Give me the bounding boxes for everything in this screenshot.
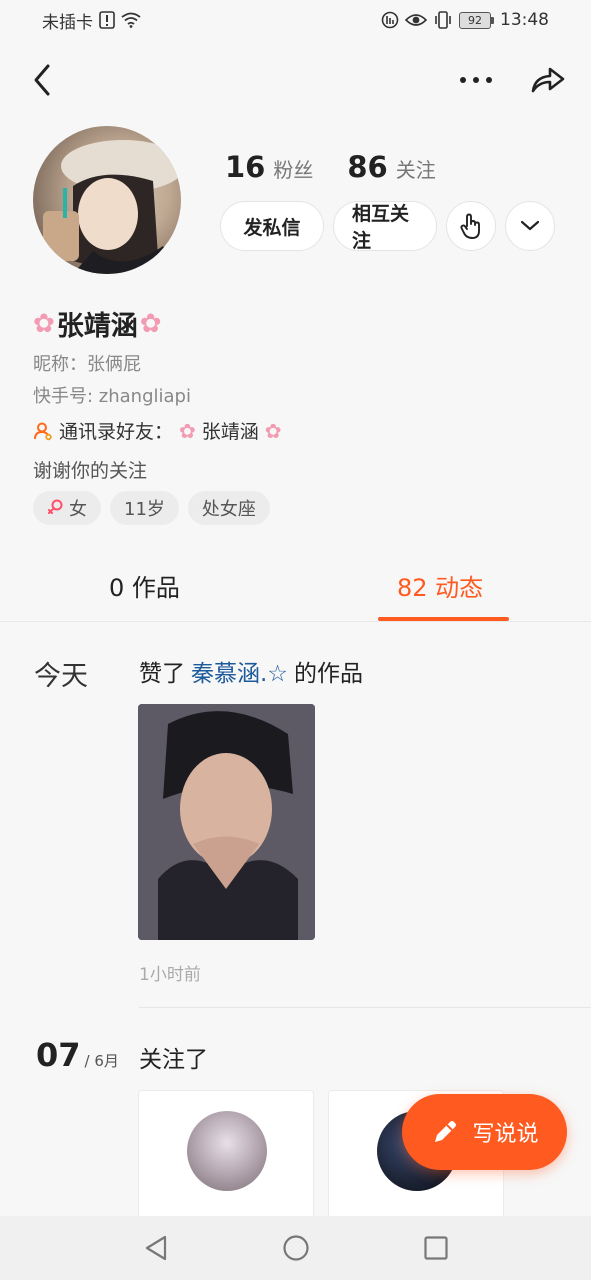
sim-alert-icon (99, 11, 115, 29)
sakura-small-left-icon: ✿ (179, 418, 196, 443)
hand-tap-icon (460, 213, 480, 239)
contact-friend-line: 通讯录好友： ✿ 张靖涵 ✿ (33, 417, 282, 444)
profile-tabs: 0 作品 82 动态 (0, 548, 591, 622)
zodiac-tag: 处女座 (187, 491, 270, 525)
mutual-follow-button[interactable]: 相互关注 (333, 201, 437, 252)
chevron-down-icon (520, 220, 540, 231)
carrier-text: 未插卡 (42, 12, 93, 33)
back-arrow-icon (34, 64, 50, 96)
back-button[interactable] (22, 60, 62, 100)
expand-button[interactable] (505, 201, 555, 251)
system-recents-button[interactable] (416, 1228, 456, 1268)
system-navigation-bar (0, 1216, 591, 1280)
contact-name: 张靖涵 (201, 421, 259, 443)
system-back-button[interactable] (136, 1228, 176, 1268)
share-button[interactable] (528, 60, 568, 100)
liked-user-link[interactable]: 秦慕涵.☆ (191, 654, 288, 688)
bio: 谢谢你的关注 (33, 460, 148, 482)
more-dots-icon (460, 77, 492, 83)
pencil-icon (435, 1121, 457, 1142)
share-icon (531, 67, 565, 93)
profile-tags: 女 11岁 处女座 (33, 491, 270, 525)
battery-icon: 92 (459, 11, 494, 29)
write-post-button[interactable]: 写说说 (402, 1094, 567, 1170)
sakura-left-icon: ✿ (33, 308, 55, 339)
followed-user-avatar (187, 1111, 267, 1191)
profile-stats: 16 粉丝 86 关注 (225, 150, 436, 184)
following-label: 关注 (395, 158, 436, 182)
poke-button[interactable] (446, 201, 496, 251)
vibrate-icon (433, 11, 453, 29)
feed-divider (139, 1007, 591, 1008)
eye-comfort-icon (405, 12, 427, 28)
follow-activity-text: 关注了 (139, 1047, 208, 1073)
followers-count: 16 (225, 150, 266, 184)
sakura-small-right-icon: ✿ (264, 418, 282, 443)
gender-text: 女 (69, 499, 87, 520)
following-count: 86 (347, 150, 388, 184)
display-name-text: 张靖涵 (56, 311, 138, 342)
more-options-button[interactable] (456, 60, 496, 100)
today-label: 今天 (34, 661, 88, 692)
liked-prefix: 赞了 (139, 661, 185, 687)
triangle-back-icon (145, 1235, 166, 1261)
liked-video-thumbnail[interactable] (138, 704, 315, 940)
write-post-label: 写说说 (472, 1122, 539, 1147)
followers-label: 粉丝 (273, 158, 314, 182)
tab-works[interactable]: 0 作品 (109, 568, 180, 603)
avatar-illustration (43, 140, 181, 274)
gender-tag: 女 (33, 491, 101, 525)
status-bar: 未插卡 92 13:48 (0, 0, 591, 40)
nickname: 昵称：张俩屁 (33, 354, 141, 375)
contact-friend-icon (34, 422, 52, 440)
active-tab-indicator (378, 617, 509, 621)
wifi-icon (121, 12, 141, 28)
top-nav (0, 52, 591, 108)
following-stat[interactable]: 86 关注 (347, 150, 435, 184)
date-month: / 6月 (84, 1052, 119, 1070)
tab-moments[interactable]: 82 动态 (397, 568, 483, 603)
followed-user-card[interactable] (138, 1090, 314, 1230)
female-icon (48, 499, 63, 514)
sakura-right-icon: ✿ (139, 308, 162, 339)
do-not-disturb-icon (381, 11, 399, 29)
followers-stat[interactable]: 16 粉丝 (225, 150, 313, 184)
clock-time: 13:48 (500, 10, 549, 30)
send-message-button[interactable]: 发私信 (220, 201, 324, 251)
age-tag: 11岁 (110, 491, 179, 525)
liked-time: 1小时前 (139, 965, 201, 985)
contact-prefix: 通讯录好友： (59, 421, 174, 443)
thumbnail-image (138, 704, 315, 940)
liked-activity-text: 赞了 秦慕涵.☆ 的作品 (139, 654, 363, 688)
system-home-button[interactable] (276, 1228, 316, 1268)
kuaishou-id: 快手号: zhangliapi (33, 386, 191, 407)
date-day: 07 (36, 1036, 81, 1074)
date-label: 07 / 6月 (36, 1036, 119, 1074)
liked-suffix: 的作品 (293, 661, 363, 687)
display-name: ✿ 张靖涵 ✿ (33, 304, 162, 343)
profile-actions: 发私信 相互关注 (220, 201, 555, 252)
circle-home-icon (282, 1235, 309, 1261)
battery-level: 92 (459, 11, 491, 29)
square-recents-icon (423, 1236, 448, 1260)
profile-avatar[interactable] (33, 126, 181, 274)
